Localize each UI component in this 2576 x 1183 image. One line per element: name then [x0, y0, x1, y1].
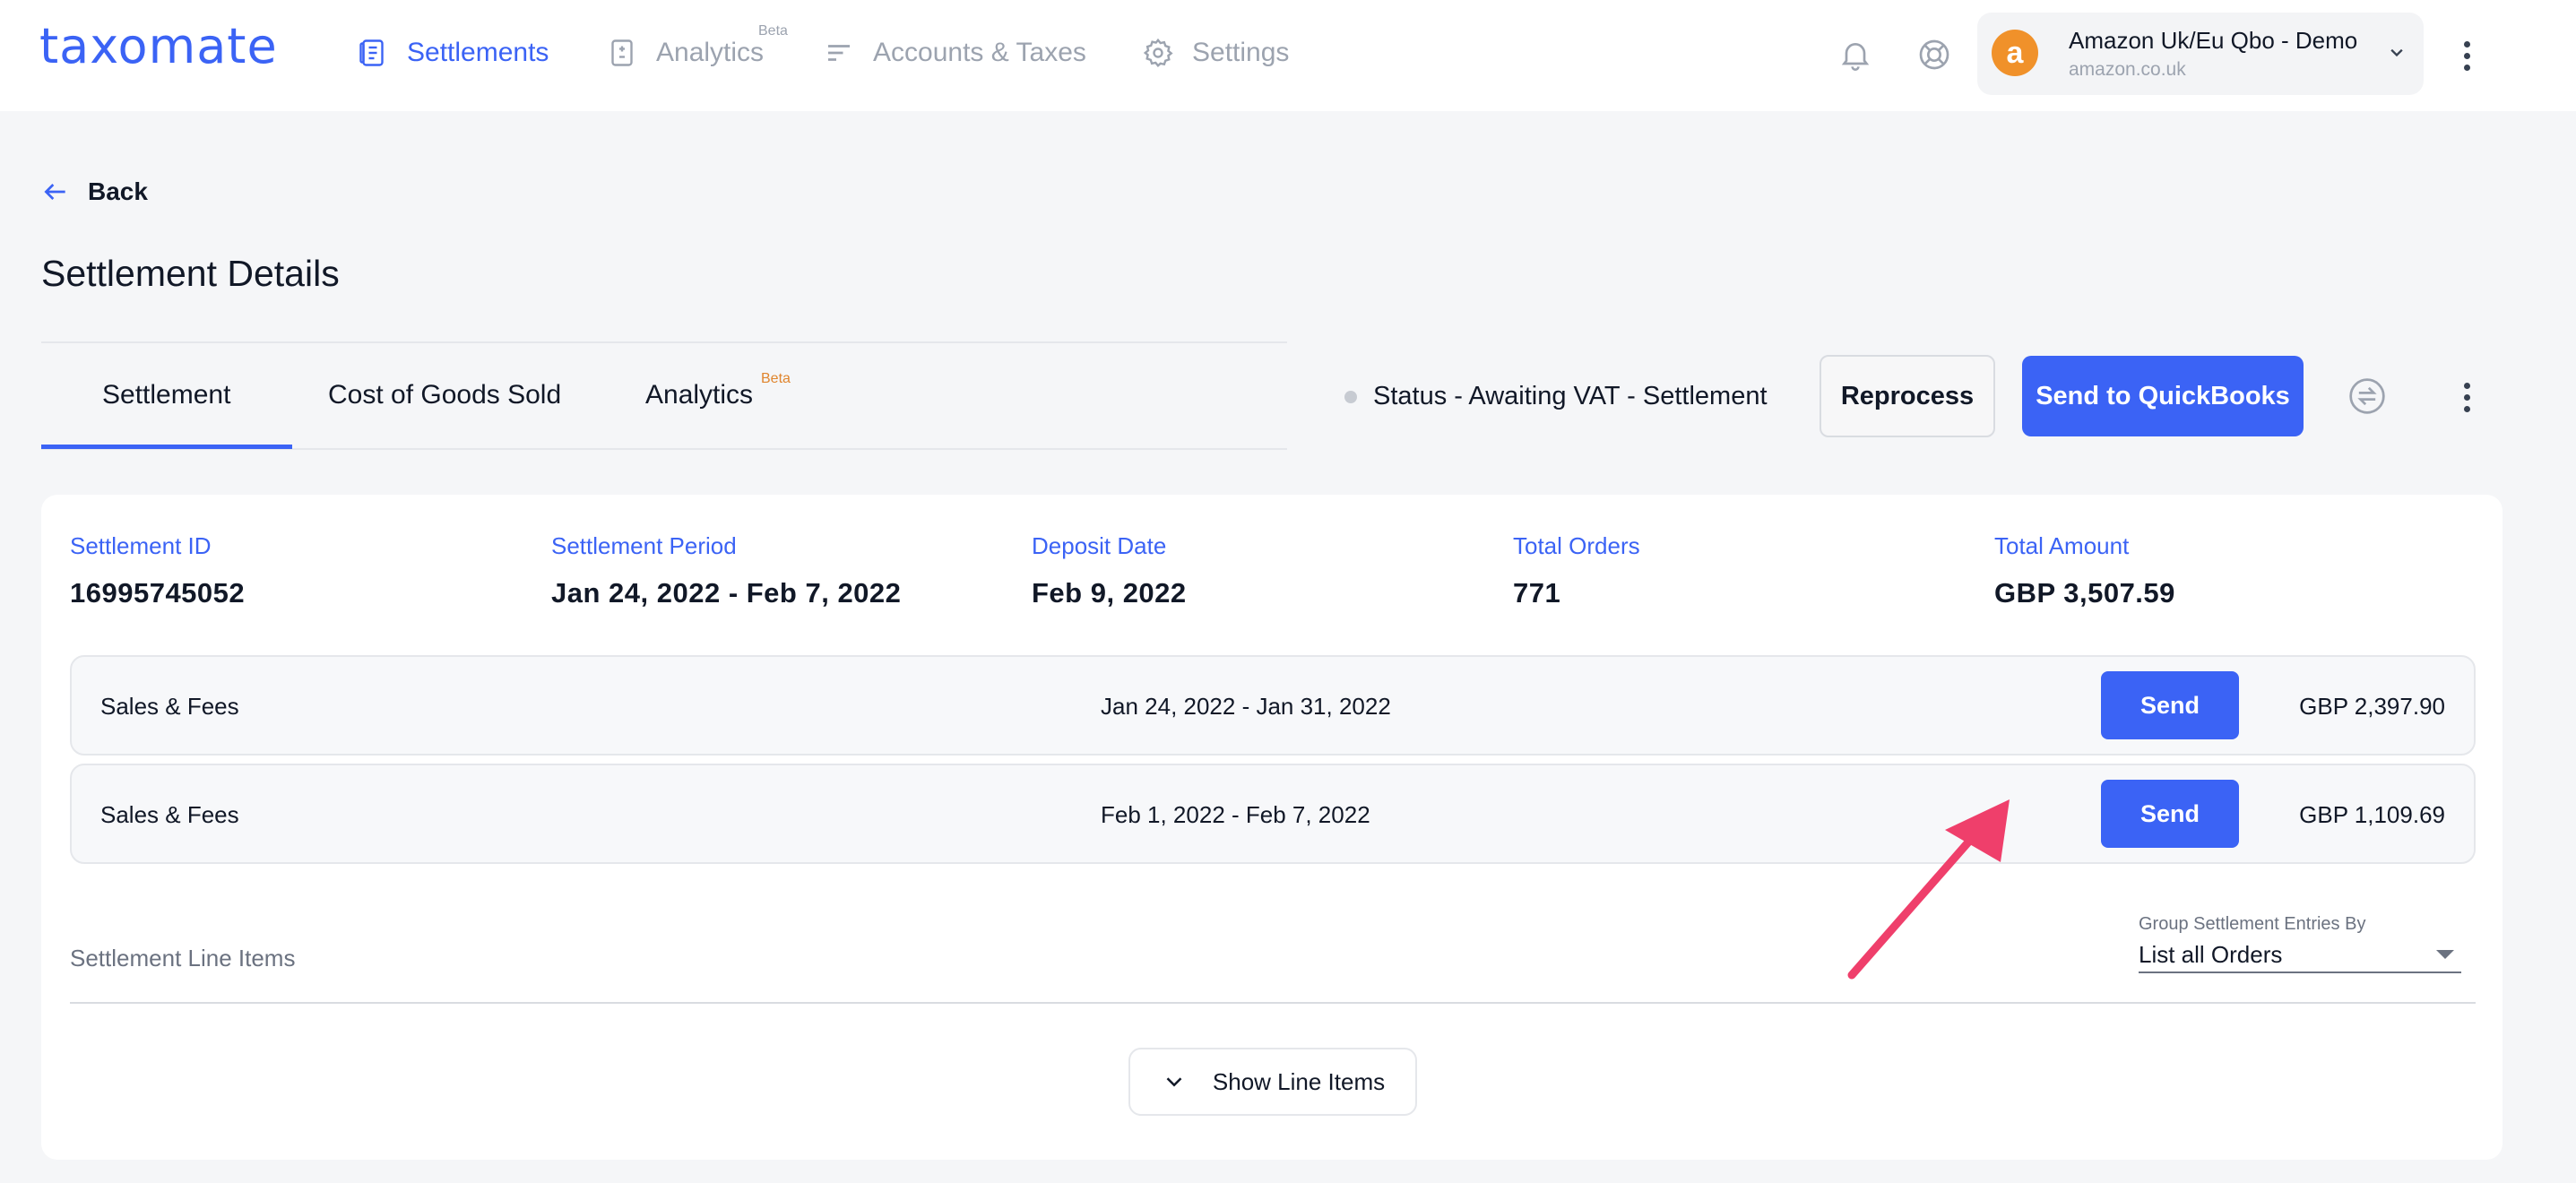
summary-label-deposit-date: Deposit Date: [1032, 532, 1167, 559]
status-text: Status - Awaiting VAT - Settlement: [1373, 382, 1768, 410]
amazon-avatar: a: [1992, 30, 2038, 76]
row-amount: GBP 1,109.69: [2299, 801, 2445, 828]
group-by-select[interactable]: List all Orders: [2139, 937, 2461, 973]
active-tab-indicator: [41, 445, 292, 449]
caret-down-icon: [2436, 950, 2454, 959]
send-button[interactable]: Send: [2101, 780, 2239, 848]
nav-item-analytics[interactable]: Analytics Beta: [606, 23, 788, 73]
summary-value-deposit-date: Feb 9, 2022: [1032, 577, 1187, 609]
row-amount: GBP 2,397.90: [2299, 693, 2445, 720]
beta-badge: Beta: [761, 371, 791, 386]
summary-label-total-orders: Total Orders: [1513, 532, 1640, 559]
sync-icon[interactable]: [2347, 376, 2387, 416]
tab-analytics[interactable]: Analytics: [645, 380, 753, 410]
notifications-button[interactable]: [1836, 35, 1875, 74]
gear-icon: [1143, 38, 1173, 67]
top-navigation-bar: taxomate Settlements Analytics Beta Acco…: [0, 0, 2576, 111]
line-items-divider: [70, 1002, 2476, 1004]
account-domain: amazon.co.uk: [2069, 59, 2186, 80]
nav-item-settings[interactable]: Settings: [1142, 32, 1289, 73]
filter-lines-icon: [828, 45, 850, 61]
reprocess-button[interactable]: Reprocess: [1820, 355, 1995, 437]
bell-icon: [1841, 43, 1870, 71]
nav-label: Accounts & Taxes: [873, 38, 1086, 67]
more-menu-icon[interactable]: [2464, 41, 2470, 71]
page-title: Settlement Details: [41, 253, 340, 294]
line-items-title: Settlement Line Items: [70, 945, 296, 971]
summary-value-total-amount: GBP 3,507.59: [1994, 577, 2175, 609]
nav-label: Analytics: [656, 38, 765, 67]
row-period: Jan 24, 2022 - Jan 31, 2022: [1101, 693, 1391, 720]
settlement-row: Sales & Fees Jan 24, 2022 - Jan 31, 2022…: [70, 655, 2476, 756]
arrow-left-icon: [44, 184, 65, 200]
more-actions-icon[interactable]: [2464, 383, 2470, 412]
account-switcher[interactable]: a Amazon Uk/Eu Qbo - Demo amazon.co.uk: [1977, 13, 2424, 95]
nav-item-settlements[interactable]: Settlements: [357, 32, 549, 73]
document-list-icon: [359, 39, 384, 66]
nav-item-accounts-taxes[interactable]: Accounts & Taxes: [823, 32, 1086, 73]
tab-settlement[interactable]: Settlement: [102, 380, 230, 410]
show-line-items-button[interactable]: Show Line Items: [1128, 1048, 1417, 1116]
chevron-down-icon: [2390, 48, 2403, 57]
status-indicator: Status - Awaiting VAT - Settlement: [1344, 382, 1768, 411]
nav-label: Settlements: [407, 38, 549, 67]
summary-label-settlement-period: Settlement Period: [551, 532, 737, 559]
summary-value-settlement-period: Jan 24, 2022 - Feb 7, 2022: [551, 577, 902, 609]
chevron-down-icon: [1166, 1077, 1182, 1087]
tab-cost-of-goods-sold[interactable]: Cost of Goods Sold: [328, 380, 561, 410]
summary-label-settlement-id: Settlement ID: [70, 532, 212, 559]
back-label: Back: [88, 177, 148, 205]
row-period: Feb 1, 2022 - Feb 7, 2022: [1101, 801, 1370, 828]
help-button[interactable]: [1915, 35, 1954, 74]
show-line-items-label: Show Line Items: [1212, 1067, 1386, 1095]
avatar-letter: a: [2006, 35, 2024, 70]
account-name: Amazon Uk/Eu Qbo - Demo: [2069, 27, 2358, 54]
help-lifebuoy-icon: [1919, 39, 1949, 70]
back-link[interactable]: Back: [41, 177, 148, 206]
settlement-row: Sales & Fees Feb 1, 2022 - Feb 7, 2022 S…: [70, 764, 2476, 864]
row-label: Sales & Fees: [100, 801, 239, 828]
nav-label: Settings: [1192, 38, 1290, 67]
status-dot: [1344, 390, 1357, 403]
summary-value-settlement-id: 16995745052: [70, 577, 246, 609]
row-label: Sales & Fees: [100, 693, 239, 720]
tabs-divider-top: [41, 341, 1287, 343]
summary-label-total-amount: Total Amount: [1994, 532, 2130, 559]
beta-badge: Beta: [758, 23, 788, 39]
send-button[interactable]: Send: [2101, 671, 2239, 739]
annotation-arrow-icon: [1847, 799, 2010, 980]
group-by-value: List all Orders: [2139, 941, 2283, 968]
summary-value-total-orders: 771: [1513, 577, 1561, 609]
taxomate-logo[interactable]: taxomate: [39, 18, 278, 74]
group-by-label: Group Settlement Entries By: [2139, 914, 2366, 934]
calculator-icon: [611, 39, 633, 66]
send-to-quickbooks-button[interactable]: Send to QuickBooks: [2022, 356, 2304, 436]
